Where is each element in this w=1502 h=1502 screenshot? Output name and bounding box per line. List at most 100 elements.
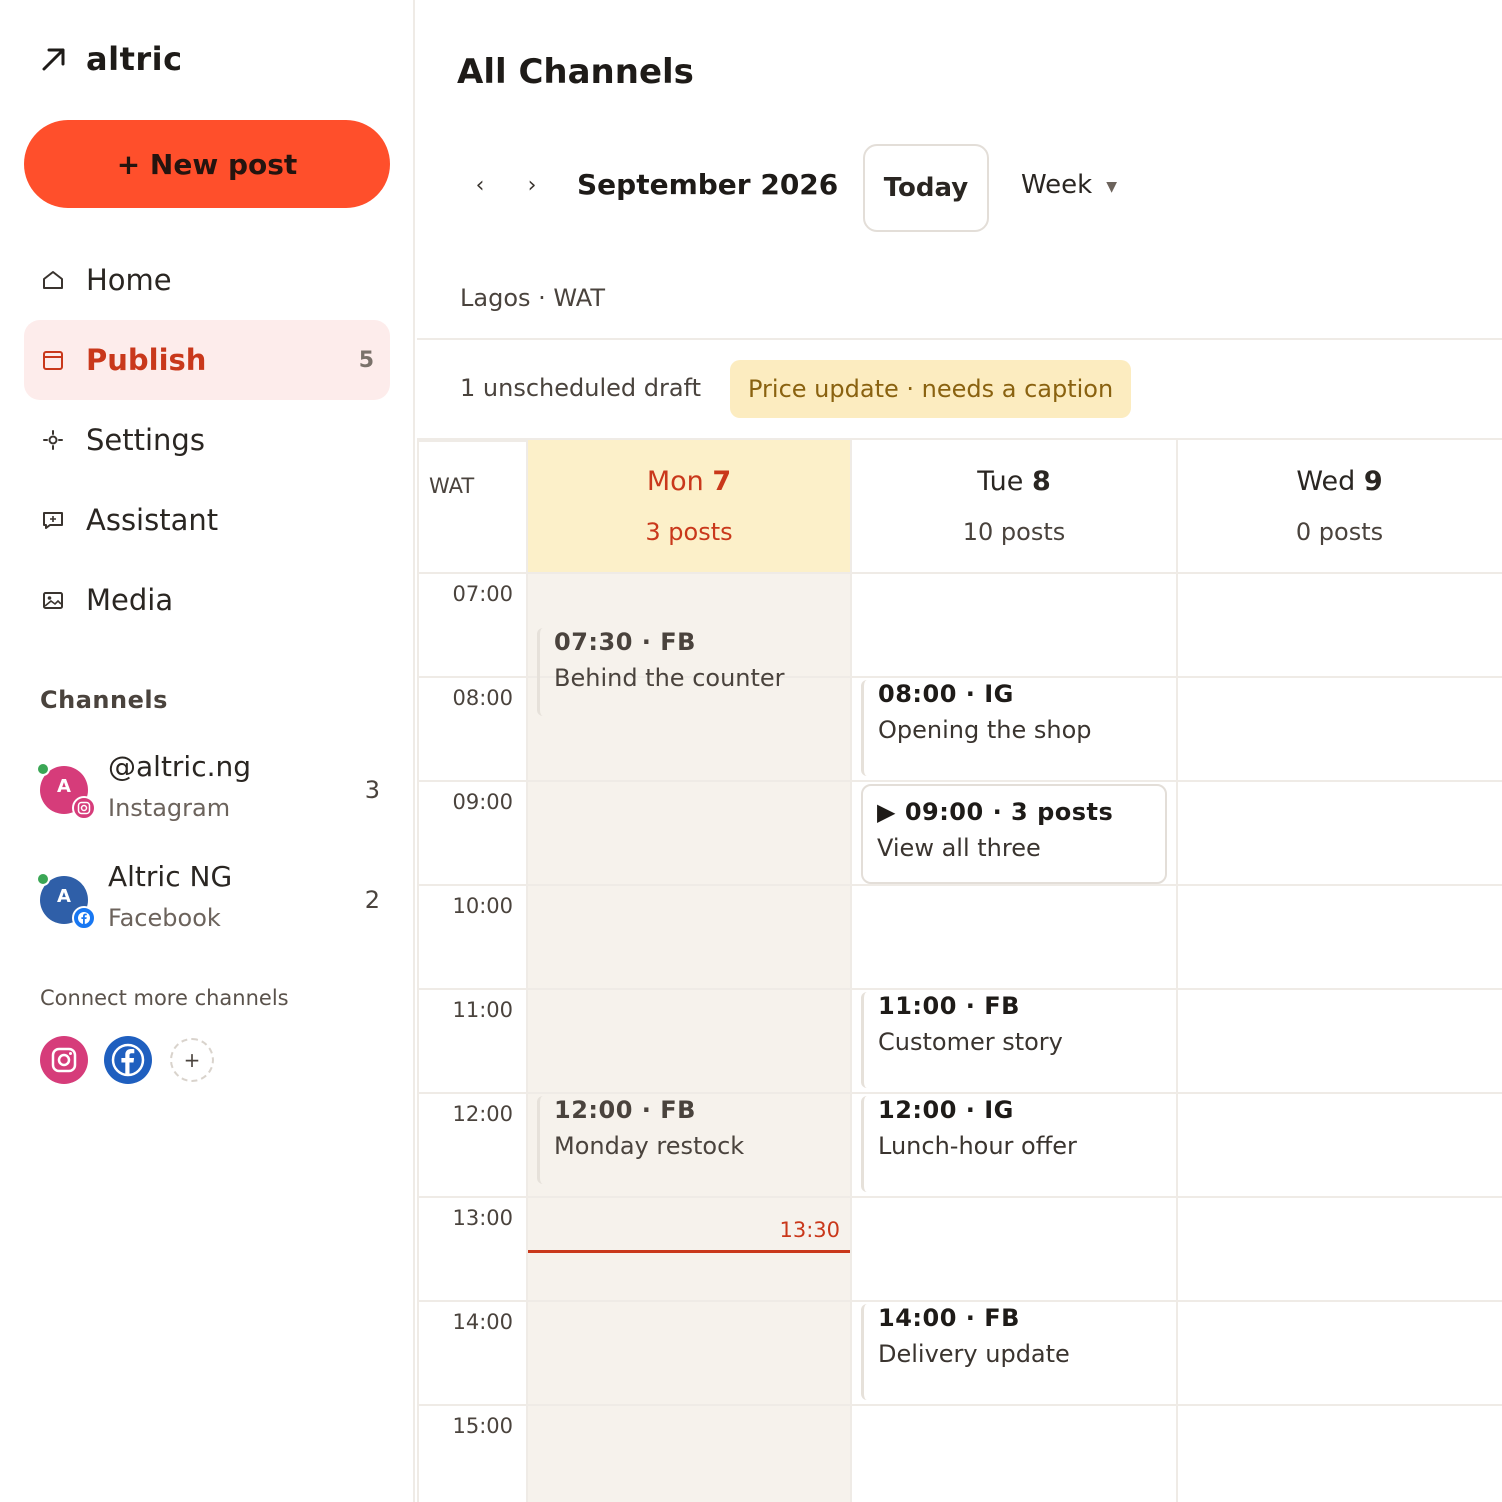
- avatar-initial: A: [57, 775, 71, 797]
- post-event[interactable]: 07:30 · FB Behind the counter: [537, 628, 837, 716]
- post-event[interactable]: 12:00 · FB Monday restock: [537, 1096, 837, 1184]
- current-time-label: 13:30: [779, 1218, 840, 1242]
- online-status-dot: [36, 762, 50, 776]
- new-post-button[interactable]: + New post: [24, 120, 390, 208]
- nav-label: Assistant: [86, 503, 219, 537]
- month-label: September 2026: [577, 168, 839, 201]
- hour-label: 14:00: [452, 1310, 513, 1334]
- hour-label: 12:00: [452, 1102, 513, 1126]
- channel-type: Instagram: [108, 794, 231, 822]
- prev-week-button[interactable]: ‹: [465, 170, 495, 200]
- nav-label: Home: [86, 263, 172, 297]
- channels-heading: Channels: [40, 686, 168, 714]
- nav-label: Settings: [86, 423, 205, 457]
- day-number: 9: [1363, 466, 1383, 497]
- post-event[interactable]: 08:00 · IG Opening the shop: [861, 680, 1161, 776]
- next-week-button[interactable]: ›: [517, 170, 547, 200]
- post-event[interactable]: 14:00 · FB Delivery update: [861, 1304, 1161, 1400]
- gridline: [417, 1300, 1502, 1302]
- draft-chip[interactable]: Price update · needs a caption: [730, 360, 1132, 418]
- day-header-mon[interactable]: Mon 7 3 posts: [527, 440, 851, 574]
- event-group-time: ▶ 09:00 · 3 posts: [877, 798, 1114, 826]
- event-time: 12:00 · IG: [878, 1096, 1014, 1124]
- event-title: Opening the shop: [878, 716, 1092, 744]
- gridline: [1176, 440, 1178, 1502]
- gridline: [417, 1404, 1502, 1406]
- gridline: [417, 440, 527, 442]
- week-calendar: WAT Mon 7 3 posts Tue 8 10 posts Wed 9 0…: [417, 438, 1502, 1502]
- nav-item-home[interactable]: Home: [24, 240, 390, 320]
- hour-label: 15:00: [452, 1414, 513, 1438]
- hour-label: 10:00: [452, 894, 513, 918]
- gridline: [417, 1196, 1502, 1198]
- page-title: All Channels: [457, 52, 694, 92]
- chat-icon: [40, 507, 66, 533]
- gridline: [417, 988, 1502, 990]
- hour-label: 08:00: [452, 686, 513, 710]
- online-status-dot: [36, 872, 50, 886]
- nav-label: Publish: [86, 343, 207, 377]
- channel-count: 3: [364, 776, 380, 804]
- event-title: Lunch-hour offer: [878, 1132, 1077, 1160]
- brand-name: altric: [86, 40, 183, 78]
- publish-count-badge: 5: [358, 347, 374, 373]
- nav-item-assistant[interactable]: Assistant: [24, 480, 390, 560]
- main-content: All Channels ‹ › September 2026 Today We…: [417, 0, 1502, 1502]
- calendar-grid[interactable]: 07:00 08:00 09:00 10:00 11:00 12:00 13:0…: [417, 574, 1502, 1502]
- add-channel-button[interactable]: +: [170, 1038, 214, 1082]
- view-select[interactable]: Week ▼: [1021, 170, 1117, 200]
- day-header-wed[interactable]: Wed 9 0 posts: [1177, 440, 1502, 574]
- facebook-icon: [72, 906, 96, 930]
- view-select-value: Week: [1021, 170, 1093, 200]
- connect-facebook-icon[interactable]: [104, 1036, 152, 1084]
- home-icon: [40, 267, 66, 293]
- day-post-count: 10 posts: [962, 518, 1066, 546]
- day-number: 7: [712, 466, 732, 497]
- nav-item-media[interactable]: Media: [24, 560, 390, 640]
- hour-label: 11:00: [452, 998, 513, 1022]
- avatar: A: [36, 762, 96, 820]
- timezone-label: Lagos · WAT: [460, 284, 606, 312]
- gridline: [417, 884, 1502, 886]
- hour-label: 13:00: [452, 1206, 513, 1230]
- instagram-icon: [72, 796, 96, 820]
- gridline: [417, 440, 419, 1502]
- event-title: Delivery update: [878, 1340, 1070, 1368]
- event-time: 14:00 · FB: [878, 1304, 1020, 1332]
- day-header-tue[interactable]: Tue 8 10 posts: [851, 440, 1177, 574]
- channel-type: Facebook: [108, 904, 221, 932]
- channel-instagram[interactable]: A @altric.ng Instagram 3: [36, 740, 380, 830]
- event-time: 08:00 · IG: [878, 680, 1014, 708]
- connect-instagram-icon[interactable]: [40, 1036, 88, 1084]
- timezone-column-header: WAT: [429, 474, 475, 498]
- divider: [417, 338, 1502, 340]
- event-title: Behind the counter: [554, 664, 785, 692]
- nav-label: Media: [86, 583, 174, 617]
- event-title: Monday restock: [554, 1132, 745, 1160]
- day-post-count: 0 posts: [1295, 518, 1384, 546]
- day-name: Tue 8: [851, 466, 1177, 497]
- calendar-icon: [40, 347, 66, 373]
- connect-channels-heading: Connect more channels: [40, 986, 289, 1010]
- brand[interactable]: altric: [40, 40, 183, 78]
- day-number: 8: [1031, 466, 1051, 497]
- unscheduled-drafts-label: 1 unscheduled draft: [460, 374, 701, 402]
- gridline: [526, 440, 528, 1502]
- post-group-event[interactable]: ▶ 09:00 · 3 posts View all three: [861, 784, 1167, 884]
- today-button[interactable]: Today: [863, 144, 989, 232]
- chevron-down-icon: ▼: [1106, 179, 1118, 195]
- main-nav: Home Publish 5 Settings Assistant Media: [24, 240, 390, 640]
- post-event[interactable]: 12:00 · IG Lunch-hour offer: [861, 1096, 1161, 1192]
- day-label: Tue: [977, 466, 1024, 497]
- channel-facebook[interactable]: A Altric NG Facebook 2: [36, 850, 380, 940]
- post-event[interactable]: 11:00 · FB Customer story: [861, 992, 1161, 1088]
- gridline: [417, 780, 1502, 782]
- gridline: [850, 440, 852, 1502]
- channel-name: @altric.ng: [108, 750, 252, 783]
- image-icon: [40, 587, 66, 613]
- arrow-up-right-icon: [42, 48, 65, 71]
- day-label: Mon: [646, 466, 704, 497]
- nav-item-publish[interactable]: Publish 5: [24, 320, 390, 400]
- event-time: 11:00 · FB: [878, 992, 1020, 1020]
- nav-item-settings[interactable]: Settings: [24, 400, 390, 480]
